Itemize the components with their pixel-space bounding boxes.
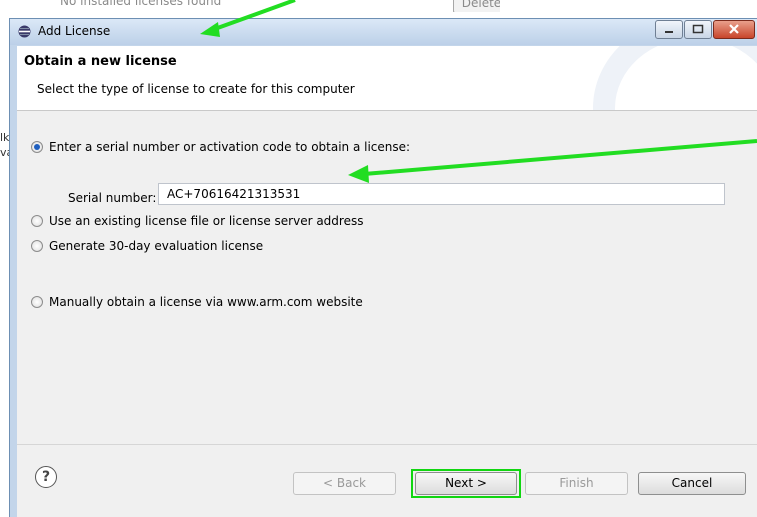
option-label: Enter a serial number or activation code… xyxy=(49,140,411,154)
window-controls xyxy=(655,20,755,39)
app-globe-icon xyxy=(18,25,31,38)
dialog-client-area: Obtain a new license Select the type of … xyxy=(17,46,757,517)
option-manual[interactable]: Manually obtain a license via www.arm.co… xyxy=(31,295,363,309)
footer-separator xyxy=(17,444,757,445)
maximize-icon xyxy=(692,24,704,34)
finish-button[interactable]: Finish xyxy=(525,472,628,495)
add-license-dialog: Add License Obtain a new license Select … xyxy=(9,18,757,517)
page-subtitle: Select the type of license to create for… xyxy=(37,82,355,96)
dialog-title: Add License xyxy=(38,24,111,38)
option-label: Use an existing license file or license … xyxy=(49,214,364,228)
option-evaluation[interactable]: Generate 30-day evaluation license xyxy=(31,239,263,253)
banner-decoration xyxy=(593,46,757,110)
radio-button[interactable] xyxy=(31,215,43,227)
minimize-icon xyxy=(665,31,673,33)
background-status-text: No installed licenses found xyxy=(60,0,222,8)
close-icon xyxy=(729,24,739,34)
wizard-banner: Obtain a new license Select the type of … xyxy=(17,46,757,111)
radio-button[interactable] xyxy=(31,296,43,308)
dialog-titlebar[interactable]: Add License xyxy=(10,19,757,45)
page-title: Obtain a new license xyxy=(24,54,177,69)
back-button[interactable]: < Back xyxy=(293,472,396,495)
option-label: Generate 30-day evaluation license xyxy=(49,239,264,253)
option-serial-number[interactable]: Enter a serial number or activation code… xyxy=(31,140,410,154)
help-icon[interactable]: ? xyxy=(35,466,57,488)
maximize-button[interactable] xyxy=(684,20,712,39)
minimize-button[interactable] xyxy=(655,20,683,39)
radio-button[interactable] xyxy=(31,141,43,153)
cancel-button[interactable]: Cancel xyxy=(638,472,746,495)
serial-number-input[interactable]: AC+70616421313531 xyxy=(158,183,725,205)
option-license-file[interactable]: Use an existing license file or license … xyxy=(31,214,363,228)
option-label: Manually obtain a license via www.arm.co… xyxy=(49,295,363,309)
serial-number-label: Serial number: xyxy=(68,191,157,205)
next-button[interactable]: Next > xyxy=(415,472,517,495)
radio-button[interactable] xyxy=(31,240,43,252)
close-button[interactable] xyxy=(713,20,755,39)
background-top-strip: No installed licenses found Delete Licen… xyxy=(60,0,500,12)
background-delete-license-button[interactable]: Delete License xyxy=(453,0,500,12)
